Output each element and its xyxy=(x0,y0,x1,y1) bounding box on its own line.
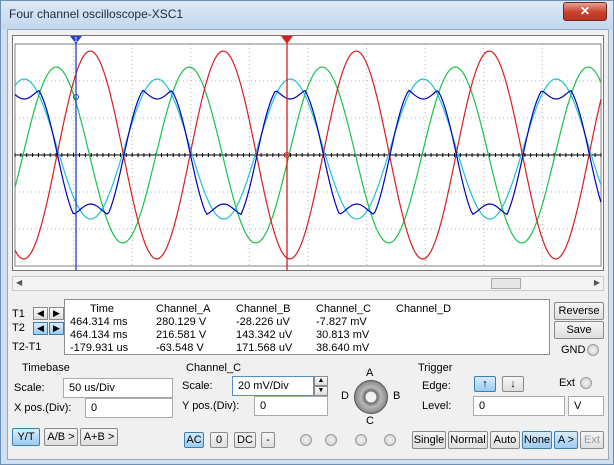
arrow-left-icon: ◀ xyxy=(37,323,44,333)
rising-edge-button[interactable]: ↑ xyxy=(474,376,496,392)
cursor-t1-label: T1 xyxy=(12,308,25,320)
t2-channel-b: 143.342 uV xyxy=(236,329,293,341)
trigger-level-label: Level: xyxy=(422,400,452,412)
single-trigger-button[interactable]: Single xyxy=(412,431,446,449)
header-channel-a: Channel_A xyxy=(156,303,211,315)
invert-button[interactable]: - xyxy=(261,432,275,448)
zero-coupling-button[interactable]: 0 xyxy=(210,432,228,448)
aplusb-mode-button[interactable]: A+B > xyxy=(80,428,118,446)
channel-scale-label: Scale: xyxy=(182,380,213,392)
t1-right-arrow-button[interactable]: ▶ xyxy=(49,307,64,320)
selector-label-d: D xyxy=(341,390,349,402)
t1-left-arrow-button[interactable]: ◀ xyxy=(33,307,48,320)
a-source-button[interactable]: A > xyxy=(554,431,578,449)
trigger-title: Trigger xyxy=(418,362,453,374)
ext-source-button[interactable]: Ext xyxy=(580,431,604,449)
arrow-up-icon: ▲ xyxy=(317,377,325,384)
t1-channel-c: -7.827 mV xyxy=(316,316,367,328)
header-channel-b: Channel_B xyxy=(236,303,291,315)
channel-radio-4[interactable] xyxy=(384,434,396,446)
dc-coupling-button[interactable]: DC xyxy=(234,432,256,448)
channel-ypos-label: Y pos.(Div): xyxy=(182,400,240,412)
selector-label-a: A xyxy=(366,367,374,379)
scale-down-button[interactable]: ▼ xyxy=(314,386,328,396)
scroll-right-icon[interactable]: ▶ xyxy=(594,278,600,287)
t2-channel-a: 216.581 V xyxy=(156,329,207,341)
header-channel-d: Channel_D xyxy=(396,303,452,315)
timebase-xpos-input[interactable]: 0 xyxy=(85,398,173,418)
normal-trigger-button[interactable]: Normal xyxy=(448,431,488,449)
diff-channel-b: 171.568 uV xyxy=(236,342,293,354)
header-channel-c: Channel_C xyxy=(316,303,372,315)
scale-up-button[interactable]: ▲ xyxy=(314,376,328,386)
t1-channel-b: -28.226 uV xyxy=(236,316,290,328)
channel-radio-3[interactable] xyxy=(355,434,367,446)
client-area: 1 ◀ ▶ T1 ◀ ▶ T2 ◀ ▶ T2-T1 Time Channel_A… xyxy=(7,29,609,460)
falling-edge-icon: ↓ xyxy=(510,378,516,390)
cursor-t2-marker-icon xyxy=(281,36,293,44)
scrollbar-thumb[interactable] xyxy=(491,278,521,289)
cursor-diff-label: T2-T1 xyxy=(12,341,42,353)
title-bar: Four channel oscilloscope-XSC1 ✕ xyxy=(1,1,613,29)
channel-radio-2[interactable] xyxy=(325,434,337,446)
falling-edge-button[interactable]: ↓ xyxy=(502,376,524,392)
arrow-right-icon: ▶ xyxy=(53,308,60,318)
trigger-level-unit[interactable]: V xyxy=(568,396,604,416)
channel-title: Channel_C xyxy=(186,362,242,374)
scroll-left-icon[interactable]: ◀ xyxy=(16,278,22,287)
auto-trigger-button[interactable]: Auto xyxy=(490,431,520,449)
reverse-button[interactable]: Reverse xyxy=(554,302,604,320)
waveform-display: 1 xyxy=(14,36,602,270)
diff-channel-a: -63.548 V xyxy=(156,342,204,354)
timebase-scale-input[interactable]: 50 us/Div xyxy=(63,378,173,398)
ext-label: Ext xyxy=(559,377,575,389)
yt-mode-button[interactable]: Y/T xyxy=(12,428,40,446)
t2-time: 464.134 ms xyxy=(70,329,128,341)
selector-label-c: C xyxy=(366,415,374,427)
ac-coupling-button[interactable]: AC xyxy=(184,432,204,448)
measurement-readout: Time Channel_A Channel_B Channel_C Chann… xyxy=(64,299,550,355)
timebase-xpos-label: X pos.(Div): xyxy=(14,402,72,414)
ext-trigger-radio[interactable] xyxy=(580,377,592,389)
save-button[interactable]: Save xyxy=(554,321,604,339)
t2-channel-c: 30.813 mV xyxy=(316,329,370,341)
diff-time: -179.931 us xyxy=(70,342,129,354)
none-trigger-button[interactable]: None xyxy=(522,431,552,449)
timebase-title: Timebase xyxy=(22,362,70,374)
trigger-level-input[interactable]: 0 xyxy=(473,396,565,416)
channel-selector-knob[interactable] xyxy=(354,380,388,414)
gnd-label: GND xyxy=(561,344,586,356)
header-time: Time xyxy=(90,303,115,315)
ab-mode-button[interactable]: A/B > xyxy=(44,428,78,446)
rising-edge-icon: ↑ xyxy=(482,378,488,390)
cursor-t1-number: 1 xyxy=(74,37,78,44)
channel-radio-1[interactable] xyxy=(300,434,312,446)
selector-label-b: B xyxy=(393,390,401,402)
trigger-edge-label: Edge: xyxy=(422,380,451,392)
oscilloscope-window: Four channel oscilloscope-XSC1 ✕ 1 ◀ ▶ T… xyxy=(0,0,614,465)
horizontal-scrollbar[interactable]: ◀ ▶ xyxy=(12,276,604,291)
t1-channel-a: 280.129 V xyxy=(156,316,207,328)
t1-time: 464.314 ms xyxy=(70,316,128,328)
t2-left-arrow-button[interactable]: ◀ xyxy=(33,322,48,335)
arrow-left-icon: ◀ xyxy=(37,308,44,318)
close-button[interactable]: ✕ xyxy=(563,2,607,21)
cursor-t2-label: T2 xyxy=(12,322,25,334)
arrow-right-icon: ▶ xyxy=(53,323,60,333)
t2-right-arrow-button[interactable]: ▶ xyxy=(49,322,64,335)
diff-channel-c: 38.640 mV xyxy=(316,342,370,354)
arrow-down-icon: ▼ xyxy=(317,387,325,394)
channel-scale-input[interactable]: 20 mV/Div xyxy=(232,376,314,396)
oscilloscope-screen[interactable]: 1 xyxy=(12,35,604,271)
gnd-radio[interactable] xyxy=(587,344,599,356)
timebase-scale-label: Scale: xyxy=(14,382,45,394)
channel-ypos-input[interactable]: 0 xyxy=(254,396,328,416)
window-title: Four channel oscilloscope-XSC1 xyxy=(9,7,184,21)
close-icon: ✕ xyxy=(579,4,591,18)
